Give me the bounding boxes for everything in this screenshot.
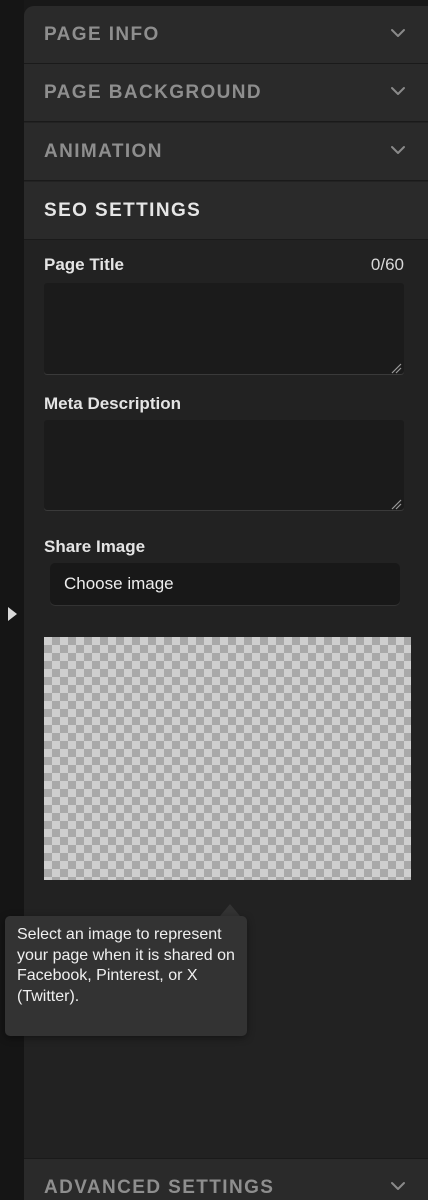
chevron-down-icon[interactable] bbox=[390, 83, 406, 99]
section-title: SEO SETTINGS bbox=[44, 200, 202, 221]
chevron-down-icon[interactable] bbox=[390, 142, 406, 158]
meta-description-label: Meta Description bbox=[44, 394, 181, 413]
section-animation[interactable]: ANIMATION bbox=[24, 123, 428, 181]
section-title: PAGE INFO bbox=[44, 24, 160, 45]
resize-grip-icon[interactable] bbox=[390, 361, 402, 374]
page-title-char-counter: 0/60 bbox=[370, 255, 404, 274]
share-image-preview[interactable] bbox=[44, 637, 411, 880]
page-title-label: Page Title bbox=[44, 255, 124, 274]
resize-grip-icon[interactable] bbox=[390, 497, 402, 510]
section-title: PAGE BACKGROUND bbox=[44, 82, 263, 103]
section-title: ANIMATION bbox=[44, 141, 163, 162]
tooltip-arrow bbox=[220, 904, 240, 916]
meta-description-input[interactable] bbox=[44, 420, 404, 511]
choose-image-button[interactable]: Choose image bbox=[50, 563, 400, 605]
caret-right-icon[interactable] bbox=[8, 607, 17, 621]
section-seo-settings[interactable]: SEO SETTINGS bbox=[24, 182, 428, 240]
chevron-down-icon[interactable] bbox=[390, 1178, 406, 1194]
share-image-tooltip: Select an image to represent your page w… bbox=[5, 916, 247, 1036]
page-title-input[interactable] bbox=[44, 283, 404, 375]
editor-sidebar: PAGE INFO PAGE BACKGROUND ANIMATION SEO … bbox=[0, 0, 428, 1200]
section-title: ADVANCED SETTINGS bbox=[44, 1177, 275, 1198]
section-page-info[interactable]: PAGE INFO bbox=[24, 6, 428, 64]
share-image-label: Share Image bbox=[44, 537, 146, 556]
section-page-background[interactable]: PAGE BACKGROUND bbox=[24, 64, 428, 122]
chevron-down-icon[interactable] bbox=[390, 25, 406, 41]
section-advanced-settings[interactable]: ADVANCED SETTINGS bbox=[24, 1158, 428, 1200]
